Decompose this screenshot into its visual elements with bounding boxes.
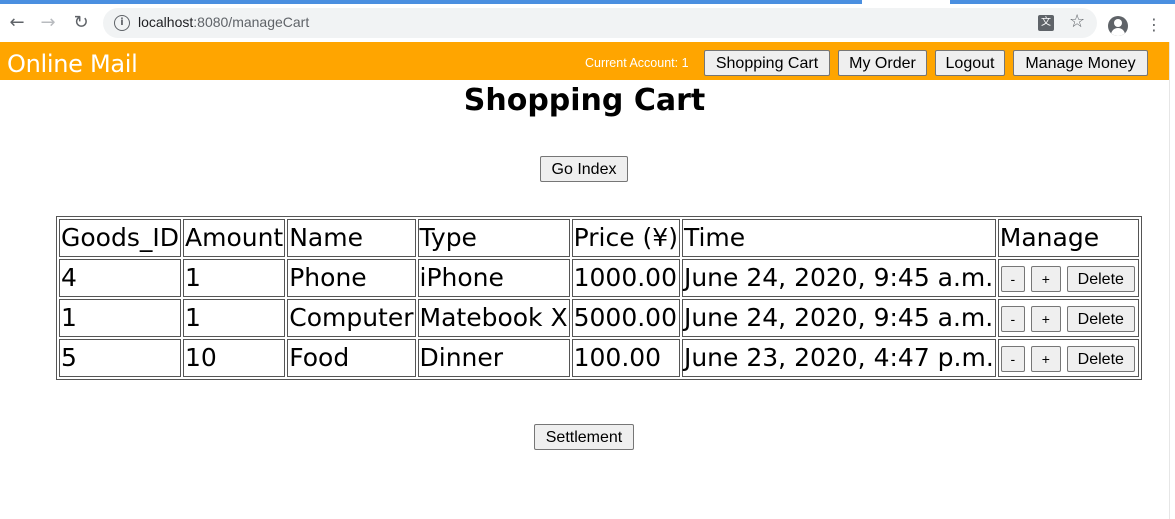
cell-name: Computer — [287, 299, 416, 337]
decrease-button[interactable]: - — [1000, 266, 1025, 292]
cell-price: 1000.00 — [571, 259, 680, 297]
back-arrow-icon[interactable]: ← — [6, 12, 28, 34]
scrollbar-edge[interactable] — [1169, 42, 1175, 519]
header-time: Time — [681, 219, 996, 257]
cell-amount: 1 — [182, 299, 286, 337]
address-bar[interactable]: i localhost:8080/manageCart 文 ☆ — [103, 8, 1097, 38]
site-title: Online Mail — [7, 50, 138, 78]
cell-time: June 24, 2020, 9:45 a.m. — [681, 299, 996, 337]
cell-goods-id: 1 — [59, 299, 181, 337]
logout-button[interactable]: Logout — [935, 50, 1005, 76]
site-header: Online Mail Current Account: 1 Shopping … — [0, 42, 1169, 80]
increase-button[interactable]: + — [1030, 346, 1061, 372]
cell-name: Phone — [287, 259, 416, 297]
browser-toolbar: ← → ↻ i localhost:8080/manageCart 文 ☆ ⋮ — [0, 4, 1175, 42]
star-icon[interactable]: ☆ — [1069, 11, 1085, 33]
my-order-button[interactable]: My Order — [838, 50, 927, 76]
url-host: localhost — [138, 14, 194, 30]
cell-time: June 24, 2020, 9:45 a.m. — [681, 259, 996, 297]
cell-goods-id: 5 — [59, 339, 181, 377]
delete-button[interactable]: Delete — [1066, 306, 1135, 332]
cell-manage: - + Delete — [997, 339, 1139, 377]
delete-button[interactable]: Delete — [1066, 266, 1135, 292]
increase-button[interactable]: + — [1030, 266, 1061, 292]
page-title: Shopping Cart — [463, 83, 706, 118]
cell-type: iPhone — [417, 259, 570, 297]
table-row: 4 1 Phone iPhone 1000.00 June 24, 2020, … — [59, 259, 1139, 297]
decrease-button[interactable]: - — [1000, 346, 1025, 372]
delete-button[interactable]: Delete — [1066, 346, 1135, 372]
table-row: 1 1 Computer Matebook X 5000.00 June 24,… — [59, 299, 1139, 337]
table-row: 5 10 Food Dinner 100.00 June 23, 2020, 4… — [59, 339, 1139, 377]
info-icon[interactable]: i — [114, 15, 130, 31]
cell-type: Matebook X — [417, 299, 570, 337]
shopping-cart-button[interactable]: Shopping Cart — [704, 50, 830, 76]
menu-icon[interactable]: ⋮ — [1146, 14, 1162, 36]
profile-icon[interactable] — [1108, 16, 1128, 36]
reload-icon[interactable]: ↻ — [70, 12, 92, 34]
increase-button[interactable]: + — [1030, 306, 1061, 332]
header-name: Name — [287, 219, 416, 257]
cell-manage: - + Delete — [997, 259, 1139, 297]
url-path: :8080/manageCart — [193, 14, 310, 30]
header-manage: Manage — [997, 219, 1139, 257]
settlement-button[interactable]: Settlement — [534, 424, 634, 450]
cell-manage: - + Delete — [997, 299, 1139, 337]
account-label: Current Account: 1 — [585, 56, 689, 70]
cell-amount: 10 — [182, 339, 286, 377]
table-header-row: Goods_ID Amount Name Type Price (¥) Time… — [59, 219, 1139, 257]
cell-time: June 23, 2020, 4:47 p.m. — [681, 339, 996, 377]
url-text[interactable]: localhost:8080/manageCart — [138, 14, 309, 30]
header-goods-id: Goods_ID — [59, 219, 181, 257]
decrease-button[interactable]: - — [1000, 306, 1025, 332]
manage-money-button[interactable]: Manage Money — [1013, 50, 1148, 76]
cell-name: Food — [287, 339, 416, 377]
header-amount: Amount — [182, 219, 286, 257]
cell-amount: 1 — [182, 259, 286, 297]
cell-price: 5000.00 — [571, 299, 680, 337]
go-index-button[interactable]: Go Index — [540, 156, 628, 182]
translate-icon[interactable]: 文 — [1038, 15, 1054, 31]
cell-type: Dinner — [417, 339, 570, 377]
header-price: Price (¥) — [571, 219, 680, 257]
forward-arrow-icon[interactable]: → — [37, 12, 59, 34]
header-type: Type — [417, 219, 570, 257]
cell-price: 100.00 — [571, 339, 680, 377]
cell-goods-id: 4 — [59, 259, 181, 297]
cart-table: Goods_ID Amount Name Type Price (¥) Time… — [56, 216, 1142, 380]
